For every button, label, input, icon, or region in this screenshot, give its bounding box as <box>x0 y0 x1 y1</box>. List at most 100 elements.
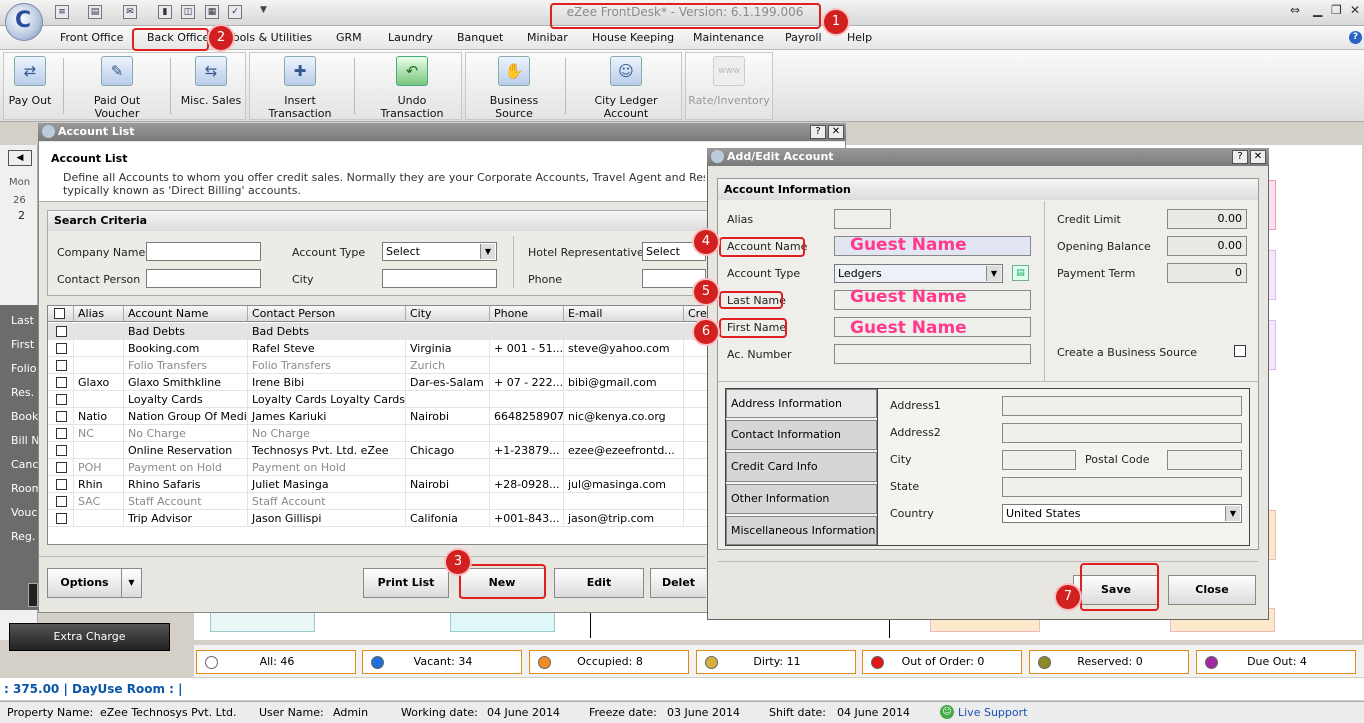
column-header[interactable]: Alias <box>74 306 124 322</box>
help-icon[interactable]: ? <box>1349 31 1362 44</box>
quick-access-icon[interactable]: ▤ <box>88 5 102 19</box>
table-row[interactable]: POH Payment on Hold Payment on Hold <box>48 459 708 476</box>
status-legend-item[interactable]: All: 46 <box>196 650 356 674</box>
quick-access-icon[interactable]: ≡ <box>55 5 69 19</box>
misc-sales-button[interactable]: ⇆ Misc. Sales <box>180 56 242 107</box>
quick-access-icon[interactable]: ✓ <box>228 5 242 19</box>
business-source-button[interactable]: ✋ Business Source <box>470 56 558 120</box>
city-ledger-account-button[interactable]: ☺ City Ledger Account <box>574 56 678 120</box>
row-checkbox[interactable] <box>56 462 67 473</box>
quick-access-icon[interactable]: ◫ <box>181 5 195 19</box>
left-nav-item[interactable]: Book <box>11 410 38 423</box>
tab-other-information[interactable]: Other Information <box>726 484 877 514</box>
left-nav-item[interactable]: Last <box>11 314 34 327</box>
create-business-source-checkbox[interactable] <box>1234 345 1246 357</box>
options-dropdown-icon[interactable]: ▼ <box>121 568 142 598</box>
room-tile[interactable] <box>1268 510 1276 560</box>
menu-tools-utilities[interactable]: Tools & Utilities <box>228 31 312 44</box>
close-icon[interactable]: ✕ <box>1250 150 1266 164</box>
print-list-button[interactable]: Print List <box>363 568 449 598</box>
quick-access-icon[interactable]: ✉ <box>123 5 137 19</box>
row-checkbox[interactable] <box>56 428 67 439</box>
table-row[interactable]: Natio Nation Group Of Media James Kariuki N… <box>48 408 708 425</box>
table-row[interactable]: Bad Debts Bad Debts <box>48 323 708 340</box>
options-button[interactable]: Options <box>47 568 122 598</box>
menu-help[interactable]: Help <box>847 31 872 44</box>
row-checkbox[interactable] <box>56 496 67 507</box>
tab-contact-information[interactable]: Contact Information <box>726 420 877 450</box>
table-row[interactable]: NC No Charge No Charge <box>48 425 708 442</box>
extra-charge-button[interactable]: Extra Charge <box>9 623 170 651</box>
table-row[interactable]: Rhin Rhino Safaris Juliet Masinga Nairobi +2… <box>48 476 708 493</box>
menu-house-keeping[interactable]: House Keeping <box>592 31 674 44</box>
close-icon[interactable]: ✕ <box>828 125 844 139</box>
add-account-type-icon[interactable]: ▤ <box>1012 265 1029 281</box>
row-checkbox[interactable] <box>56 479 67 490</box>
close-icon[interactable]: ✕ <box>1350 3 1360 17</box>
left-nav-item[interactable]: Folio <box>11 362 37 375</box>
menu-maintenance[interactable]: Maintenance <box>693 31 764 44</box>
pay-out-button[interactable]: ⇄ Pay Out <box>5 56 55 107</box>
quick-access-icon[interactable]: ▦ <box>205 5 219 19</box>
row-checkbox[interactable] <box>56 445 67 456</box>
left-nav-item[interactable]: Vouc <box>11 506 37 519</box>
column-header[interactable]: Phone <box>490 306 564 322</box>
menu-front-office[interactable]: Front Office <box>60 31 123 44</box>
country-select[interactable]: United States <box>1002 504 1242 523</box>
delete-button[interactable]: Delet <box>650 568 706 598</box>
help-icon[interactable]: ? <box>810 125 826 139</box>
quick-access-dropdown-icon[interactable]: ▼ <box>260 5 267 15</box>
address1-input[interactable] <box>1002 396 1242 416</box>
menu-payroll[interactable]: Payroll <box>785 31 822 44</box>
rate-inventory-button[interactable]: www Rate/Inventory <box>688 56 770 107</box>
app-logo-icon[interactable]: C <box>5 3 43 41</box>
minimize-icon[interactable]: ▁ <box>1313 3 1322 17</box>
contact-person-input[interactable] <box>146 269 261 288</box>
menu-grm[interactable]: GRM <box>336 31 362 44</box>
account-type-select[interactable]: Ledgers <box>834 264 1003 283</box>
status-legend-item[interactable]: Dirty: 11 <box>696 650 856 674</box>
payment-term-input[interactable]: 0 <box>1167 263 1247 283</box>
status-legend-item[interactable]: Due Out: 4 <box>1196 650 1356 674</box>
row-checkbox[interactable] <box>56 411 67 422</box>
prev-arrow-icon[interactable]: ◀ <box>8 150 32 166</box>
row-checkbox[interactable] <box>56 343 67 354</box>
status-legend-item[interactable]: Occupied: 8 <box>529 650 689 674</box>
alias-input[interactable] <box>834 209 891 229</box>
help-icon[interactable]: ? <box>1232 150 1248 164</box>
live-support-icon[interactable]: ☺ <box>940 705 954 719</box>
row-checkbox[interactable] <box>56 360 67 371</box>
menu-laundry[interactable]: Laundry <box>388 31 433 44</box>
menu-minibar[interactable]: Minibar <box>527 31 568 44</box>
city-input[interactable] <box>1002 450 1076 470</box>
left-nav-button[interactable] <box>28 583 38 607</box>
table-row[interactable]: Glaxo Glaxo Smithkline Irene Bibi Dar-es-Sa… <box>48 374 708 391</box>
quick-access-icon[interactable]: ▮ <box>158 5 172 19</box>
paid-out-voucher-button[interactable]: ✎ Paid Out Voucher <box>70 56 164 120</box>
column-header[interactable]: Account Name <box>124 306 248 322</box>
select-all-header[interactable] <box>48 306 74 322</box>
address2-input[interactable] <box>1002 423 1242 443</box>
state-input[interactable] <box>1002 477 1242 497</box>
column-header[interactable]: City <box>406 306 490 322</box>
table-row[interactable]: Trip Advisor Jason Gillispi Califonia +001-… <box>48 510 708 527</box>
postal-code-input[interactable] <box>1167 450 1242 470</box>
table-row[interactable]: Online Reservation Technosys Pvt. Ltd. eZ… <box>48 442 708 459</box>
status-legend-item[interactable]: Out of Order: 0 <box>862 650 1022 674</box>
table-row[interactable]: Loyalty Cards Loyalty Cards Loyalty Cards <box>48 391 708 408</box>
left-nav-item[interactable]: Res. <box>11 386 34 399</box>
tab-credit-card-info[interactable]: Credit Card Info <box>726 452 877 482</box>
restore-icon[interactable]: ⇔ <box>1290 3 1300 17</box>
undo-transaction-button[interactable]: ↶ Undo Transaction <box>365 56 459 120</box>
column-header[interactable]: Contact Person <box>248 306 406 322</box>
tab-address-information[interactable]: Address Information <box>726 389 877 418</box>
select-all-checkbox[interactable] <box>54 308 65 319</box>
maximize-icon[interactable]: ❐ <box>1331 3 1342 17</box>
insert-transaction-button[interactable]: ✚ Insert Transaction <box>253 56 347 120</box>
room-tile[interactable] <box>1268 180 1276 230</box>
row-checkbox[interactable] <box>56 326 67 337</box>
close-button[interactable]: Close <box>1168 575 1256 605</box>
left-nav-item[interactable]: First <box>11 338 34 351</box>
status-legend-item[interactable]: Reserved: 0 <box>1029 650 1189 674</box>
edit-button[interactable]: Edit <box>554 568 644 598</box>
